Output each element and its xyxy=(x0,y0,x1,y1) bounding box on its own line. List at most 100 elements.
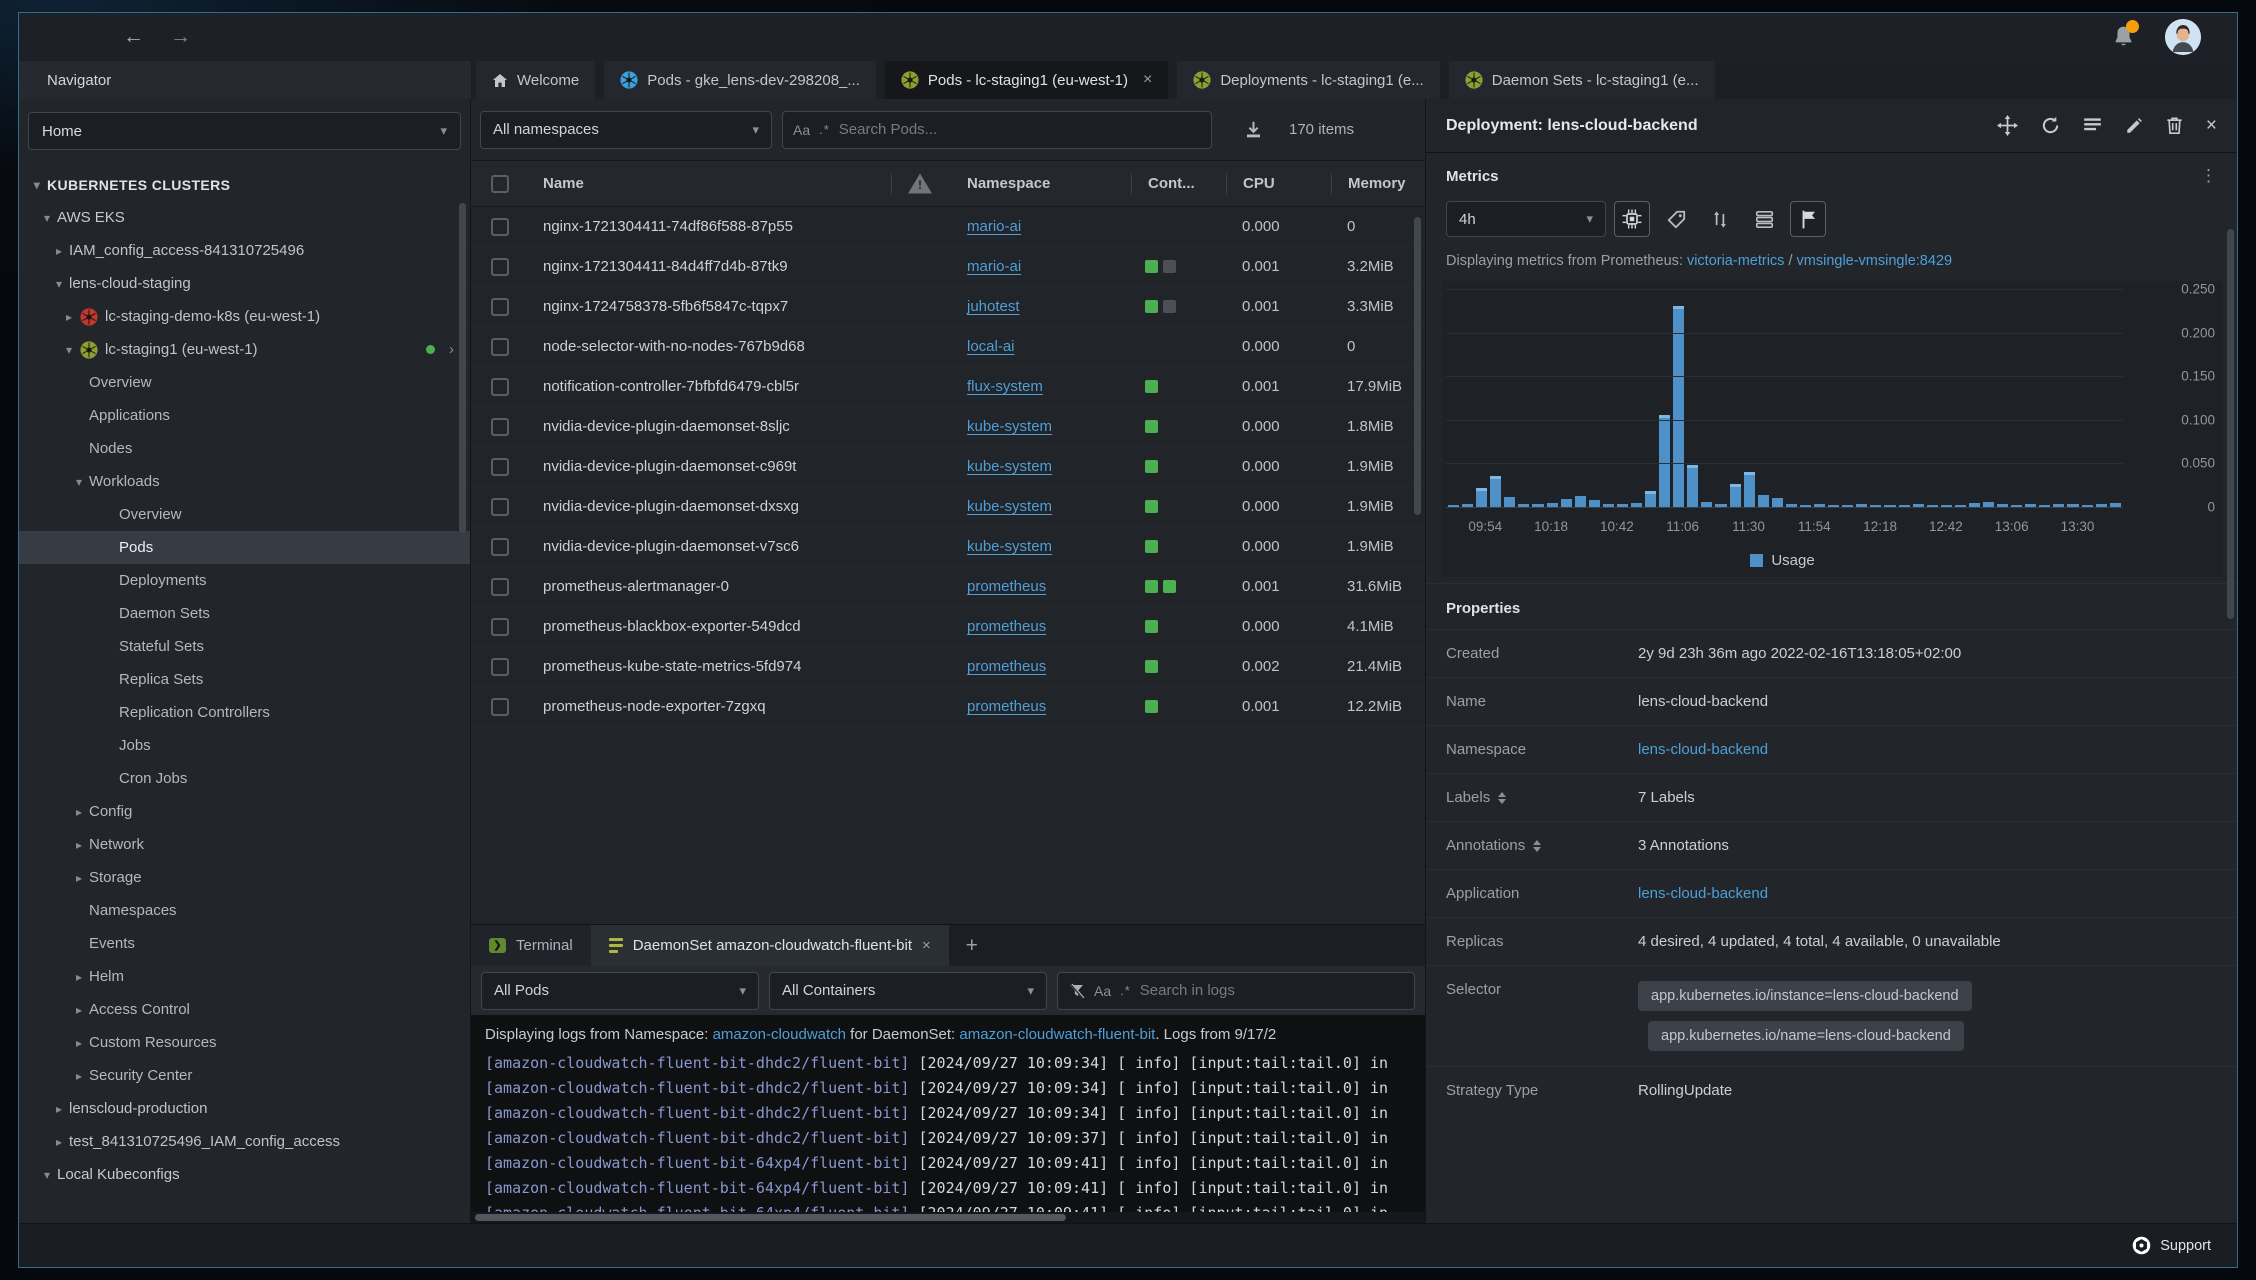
namespace-link[interactable]: kube-system xyxy=(967,538,1052,555)
table-row[interactable]: nvidia-device-plugin-daemonset-dxsxg kube… xyxy=(471,487,1425,527)
dock-tab-daemonset-logs[interactable]: DaemonSet amazon-cloudwatch-fluent-bit × xyxy=(590,925,949,966)
sidebar-item-iam-config-access-841310725496[interactable]: ▸ IAM_config_access-841310725496 xyxy=(19,234,470,267)
sidebar-item-custom-resources[interactable]: ▸ Custom Resources xyxy=(19,1026,470,1059)
log-horizontal-scrollbar[interactable] xyxy=(471,1212,1425,1223)
network-metric-button[interactable] xyxy=(1702,201,1738,237)
table-row[interactable]: node-selector-with-no-nodes-767b9d68! loc… xyxy=(471,327,1425,367)
row-checkbox[interactable] xyxy=(491,417,509,436)
column-memory[interactable]: Memory xyxy=(1331,172,1425,195)
sidebar-scrollbar[interactable] xyxy=(459,203,466,533)
property-link[interactable]: lens-cloud-backend xyxy=(1638,885,1768,902)
sidebar-item-applications[interactable]: Applications xyxy=(19,399,470,432)
row-checkbox[interactable] xyxy=(491,337,509,356)
table-row[interactable]: nginx-1724758378-5fb6f5847c-tqpx7 juhotes… xyxy=(471,287,1425,327)
tab-pods-lc-staging1-eu-west-1-[interactable]: Pods - lc-staging1 (eu-west-1) × xyxy=(884,61,1169,99)
avatar[interactable] xyxy=(2165,19,2201,55)
sidebar-item-deployments[interactable]: Deployments xyxy=(19,564,470,597)
chevron-right-icon[interactable]: ▸ xyxy=(69,838,89,852)
filter-icon[interactable] xyxy=(1068,982,1085,999)
namespace-link[interactable]: kube-system xyxy=(967,418,1052,435)
download-icon[interactable] xyxy=(1244,120,1263,139)
tab-deployments-lc-staging1-e-[interactable]: Deployments - lc-staging1 (e... xyxy=(1177,61,1440,99)
column-namespace[interactable]: Namespace xyxy=(951,175,1131,192)
metrics-range-select[interactable]: 4h ▾ xyxy=(1446,201,1606,237)
namespace-link[interactable]: prometheus xyxy=(967,618,1046,635)
sidebar-item-jobs[interactable]: Jobs xyxy=(19,729,470,762)
table-row[interactable]: prometheus-blackbox-exporter-549dcd prome… xyxy=(471,607,1425,647)
chevron-right-icon[interactable]: ▸ xyxy=(69,1003,89,1017)
flag-metric-button[interactable] xyxy=(1790,201,1826,237)
row-checkbox[interactable] xyxy=(491,697,509,716)
prometheus-source-link[interactable]: victoria-metrics xyxy=(1687,253,1784,269)
sidebar-item-cron-jobs[interactable]: Cron Jobs xyxy=(19,762,470,795)
refresh-icon[interactable] xyxy=(2041,116,2060,135)
sidebar-item-overview[interactable]: Overview xyxy=(19,366,470,399)
namespace-link[interactable]: kube-system xyxy=(967,498,1052,515)
catalog-context-select[interactable]: Home ▾ xyxy=(28,112,461,150)
sidebar-item-namespaces[interactable]: Namespaces xyxy=(19,894,470,927)
sidebar-item-overview[interactable]: Overview xyxy=(19,498,470,531)
chevron-right-icon[interactable]: ▸ xyxy=(59,310,79,324)
back-icon[interactable]: ← xyxy=(123,25,144,49)
chevron-right-icon[interactable]: ▸ xyxy=(69,970,89,984)
table-row[interactable]: prometheus-node-exporter-7zgxq prometheus… xyxy=(471,687,1425,727)
sidebar-item-daemon-sets[interactable]: Daemon Sets xyxy=(19,597,470,630)
sidebar-item-config[interactable]: ▸ Config xyxy=(19,795,470,828)
table-row[interactable]: prometheus-alertmanager-0 prometheus 0.001… xyxy=(471,567,1425,607)
row-checkbox[interactable] xyxy=(491,497,509,516)
storage-metric-button[interactable] xyxy=(1746,201,1782,237)
namespace-select[interactable]: All namespaces ▾ xyxy=(480,110,772,149)
sidebar-item-replication-controllers[interactable]: Replication Controllers xyxy=(19,696,470,729)
table-row[interactable]: nvidia-device-plugin-daemonset-8sljc kube… xyxy=(471,407,1425,447)
sidebar-item-security-center[interactable]: ▸ Security Center xyxy=(19,1059,470,1092)
table-row[interactable]: nvidia-device-plugin-daemonset-v7sc6 kube… xyxy=(471,527,1425,567)
sidebar-item-replica-sets[interactable]: Replica Sets xyxy=(19,663,470,696)
table-row[interactable]: nginx-1721304411-84d4ff7d4b-87tk9 mario-a… xyxy=(471,247,1425,287)
log-containers-select[interactable]: All Containers ▾ xyxy=(769,971,1047,1010)
property-link[interactable]: lens-cloud-backend xyxy=(1638,741,1768,758)
chevron-down-icon[interactable]: ▾ xyxy=(37,1168,57,1182)
namespace-link[interactable]: local-ai xyxy=(967,338,1015,355)
sidebar-item-stateful-sets[interactable]: Stateful Sets xyxy=(19,630,470,663)
regex-icon[interactable]: .* xyxy=(1120,983,1131,998)
select-all-checkbox[interactable] xyxy=(491,174,509,193)
prometheus-target-link[interactable]: vmsingle-vmsingle:8429 xyxy=(1797,253,1953,269)
sidebar-item-network[interactable]: ▸ Network xyxy=(19,828,470,861)
row-checkbox[interactable] xyxy=(491,537,509,556)
sidebar-item-lenscloud-production[interactable]: ▸ lenscloud-production xyxy=(19,1092,470,1125)
log-pods-select[interactable]: All Pods ▾ xyxy=(481,971,759,1010)
row-checkbox[interactable] xyxy=(491,297,509,316)
chevron-right-icon[interactable]: ▸ xyxy=(69,1036,89,1050)
sidebar-item-workloads[interactable]: ▾ Workloads xyxy=(19,465,470,498)
cpu-usage-chart[interactable]: 0.250 0.200 0.150 0.100 0.050 0 09:54 10:18 10:… xyxy=(1442,281,2223,577)
column-cpu[interactable]: CPU xyxy=(1226,172,1331,195)
details-scrollbar[interactable] xyxy=(2227,229,2234,619)
notifications-button[interactable] xyxy=(2113,20,2139,49)
pods-table-scrollbar[interactable] xyxy=(1414,217,1421,515)
tab-pods-gke-lens-dev-298208-[interactable]: Pods - gke_lens-dev-298208_... xyxy=(604,61,876,99)
row-checkbox[interactable] xyxy=(491,617,509,636)
chevron-down-icon[interactable]: ▾ xyxy=(59,343,79,357)
case-sensitive-icon[interactable]: Aa xyxy=(1094,983,1111,999)
edit-icon[interactable] xyxy=(2125,117,2143,135)
close-icon[interactable]: × xyxy=(922,937,931,954)
table-row[interactable]: prometheus-kube-state-metrics-5fd974 prom… xyxy=(471,647,1425,687)
row-checkbox[interactable] xyxy=(491,217,509,236)
logs-lines-icon[interactable] xyxy=(2083,117,2102,134)
chevron-down-icon[interactable]: ▾ xyxy=(49,277,69,291)
sort-arrows-icon[interactable] xyxy=(1533,839,1542,852)
namespace-link[interactable]: prometheus xyxy=(967,698,1046,715)
table-row[interactable]: notification-controller-7bfbfd6479-cbl5r… xyxy=(471,367,1425,407)
namespace-link[interactable]: flux-system xyxy=(967,378,1043,395)
new-dock-tab-button[interactable]: + xyxy=(949,925,995,966)
log-namespace-link[interactable]: amazon-cloudwatch xyxy=(713,1026,846,1043)
sidebar-item-aws-eks[interactable]: ▾ AWS EKS xyxy=(19,201,470,234)
chevron-right-icon[interactable]: ▸ xyxy=(69,805,89,819)
column-warning[interactable]: ! xyxy=(891,172,951,195)
move-icon[interactable] xyxy=(1996,115,2018,136)
row-checkbox[interactable] xyxy=(491,577,509,596)
row-checkbox[interactable] xyxy=(491,257,509,276)
sidebar-item-lc-staging-demo-k8s-eu-west-1-[interactable]: ▸ lc-staging-demo-k8s (eu-west-1) xyxy=(19,300,470,333)
chevron-right-icon[interactable]: ▸ xyxy=(69,1069,89,1083)
tab-daemon-sets-lc-staging1-e-[interactable]: Daemon Sets - lc-staging1 (e... xyxy=(1448,61,1715,99)
